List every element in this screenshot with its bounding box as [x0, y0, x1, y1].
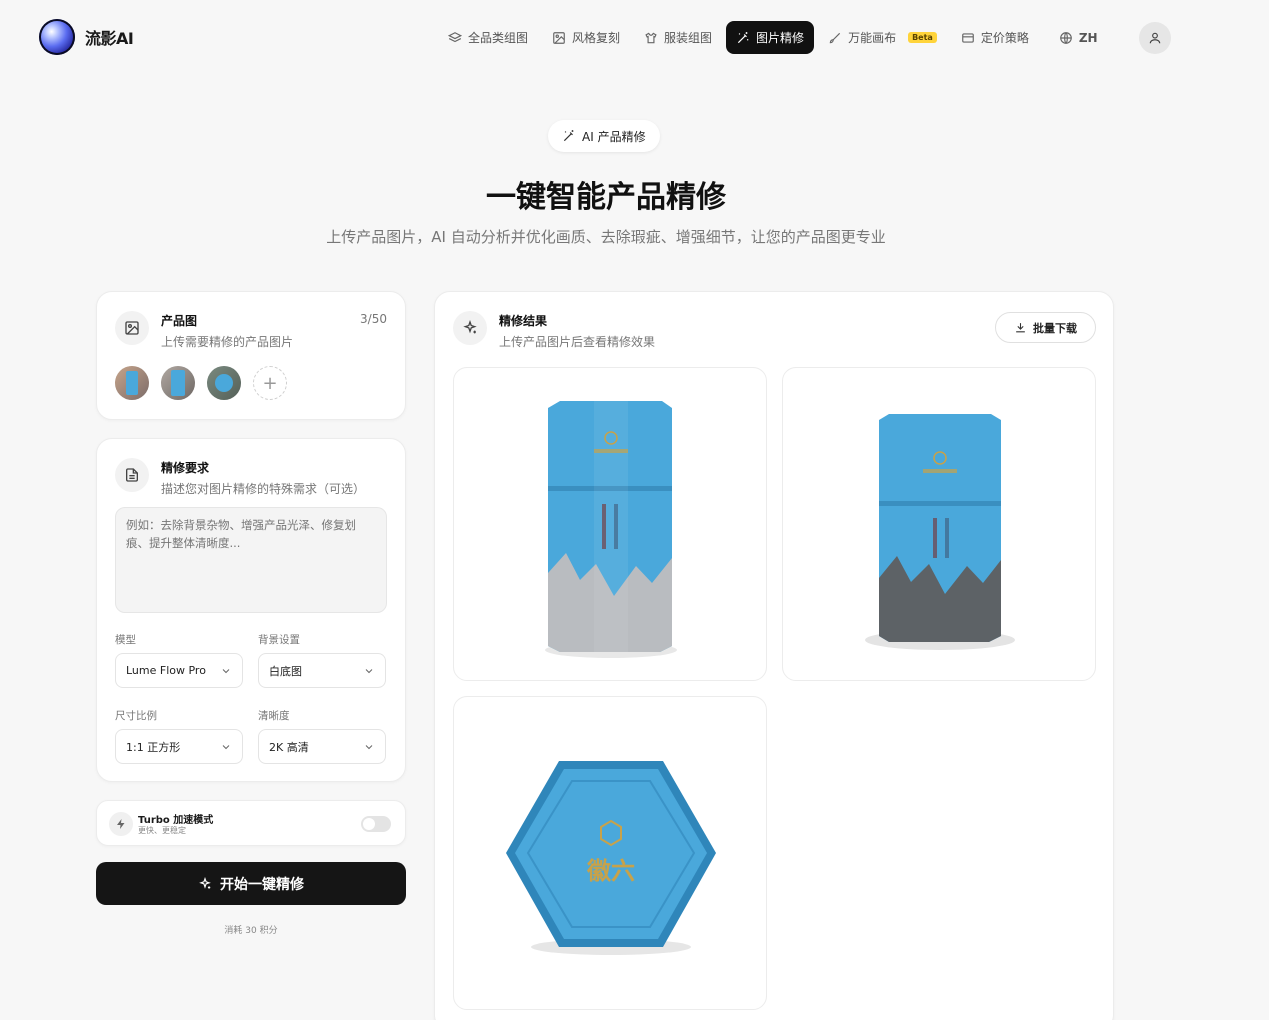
model-label: 模型: [115, 634, 136, 646]
document-icon: [126, 468, 138, 482]
download-icon: [1016, 323, 1025, 333]
credit-cost: 消耗 30 积分: [224, 926, 278, 936]
product-tin-image: [545, 401, 677, 658]
chevron-down-icon: [222, 668, 230, 673]
page-title: 一键智能产品精修: [486, 180, 726, 215]
chevron-down-icon: [365, 744, 373, 749]
results-icon-box: [453, 311, 487, 345]
model-select[interactable]: Lume Flow Pro: [115, 653, 243, 688]
product-thumbnail[interactable]: [161, 366, 195, 400]
add-image-button[interactable]: +: [253, 366, 287, 400]
nav-item-retouch[interactable]: 图片精修: [726, 21, 815, 54]
product-thumbnail[interactable]: [115, 366, 149, 400]
requirements-input[interactable]: [115, 507, 387, 613]
result-image[interactable]: [453, 367, 767, 681]
model-value: Lume Flow Pro: [126, 664, 206, 677]
background-label: 背景设置: [258, 634, 300, 646]
background-value: 白底图: [269, 664, 302, 678]
turbo-toggle[interactable]: [361, 816, 391, 832]
main-nav: 全品类组图 风格复刻 服装组图 图片精修 万能画布 Beta 定价策略 ZH: [438, 21, 1112, 54]
brand-name: 流影AI: [85, 29, 134, 48]
beta-badge: Beta: [908, 32, 937, 43]
turbo-desc: 更快、更稳定: [138, 826, 186, 835]
image-icon: [553, 31, 565, 44]
page-subtitle: 上传产品图片，AI 自动分析并优化画质、去除瑕疵、增强细节，让您的产品图更专业: [326, 228, 886, 246]
nav-item-pricing[interactable]: 定价策略: [951, 21, 1039, 54]
sparkles-icon: [463, 320, 477, 334]
results-title: 精修结果: [499, 314, 548, 328]
requirements-card: 精修要求 描述您对图片精修的特殊需求（可选） 模型 背景设置 Lume Flow…: [96, 438, 406, 782]
turbo-card: Turbo 加速模式 更快、更稳定: [96, 800, 406, 846]
nav-label: 图片精修: [756, 31, 805, 45]
upload-count: 3/50: [360, 312, 387, 326]
ratio-value: 1:1 正方形: [126, 740, 181, 754]
clarity-value: 2K 高清: [269, 740, 309, 754]
brush-icon: [829, 32, 841, 43]
results-desc: 上传产品图片后查看精修效果: [499, 335, 656, 349]
globe-icon: [1060, 31, 1072, 44]
batch-download-button[interactable]: 批量下载: [995, 312, 1096, 343]
product-thumbnail[interactable]: [207, 366, 241, 400]
sparkles-icon: [199, 876, 211, 889]
product-tin-image: 徽六: [506, 761, 716, 955]
chevron-down-icon: [222, 744, 230, 749]
nav-item-all-category[interactable]: 全品类组图: [438, 21, 538, 54]
start-retouch-button[interactable]: 开始一键精修: [96, 862, 406, 905]
logo-icon: [39, 19, 75, 55]
thumbnail-list: +: [115, 366, 287, 400]
top-nav-bar: 流影AI 全品类组图 风格复刻 服装组图 图片精修 万能画布 Beta 定价策略: [0, 0, 1269, 76]
card-icon: [961, 32, 974, 43]
brand-logo[interactable]: 流影AI: [39, 19, 134, 55]
magic-wand-icon: [563, 130, 574, 142]
nav-item-style-copy[interactable]: 风格复刻: [542, 21, 630, 54]
nav-label: 全品类组图: [468, 31, 529, 45]
turbo-icon-box: [109, 812, 133, 836]
result-image[interactable]: [782, 367, 1096, 681]
chevron-down-icon: [365, 668, 373, 673]
language-label: ZH: [1078, 30, 1098, 45]
magic-wand-icon: [737, 31, 749, 43]
requirements-title: 精修要求: [161, 461, 210, 475]
clarity-select[interactable]: 2K 高清: [258, 729, 386, 764]
requirements-icon-box: [115, 458, 149, 492]
layers-icon: [448, 31, 462, 42]
product-tin-image: [865, 414, 1015, 650]
ratio-label: 尺寸比例: [115, 710, 157, 722]
lightning-icon: [117, 819, 125, 829]
hero-badge-label: AI 产品精修: [582, 129, 646, 144]
start-button-label: 开始一键精修: [220, 876, 304, 893]
user-avatar[interactable]: [1139, 22, 1171, 54]
requirements-desc: 描述您对图片精修的特殊需求（可选）: [161, 482, 366, 496]
image-icon: [125, 321, 139, 335]
nav-label: 风格复刻: [572, 31, 621, 45]
result-image[interactable]: 徽六: [453, 696, 767, 1010]
shirt-icon: [645, 32, 657, 43]
background-select[interactable]: 白底图: [258, 653, 386, 688]
nav-label: 服装组图: [664, 31, 713, 45]
results-panel: 精修结果 上传产品图片后查看精修效果 批量下载 徽六: [434, 291, 1114, 1020]
nav-item-canvas[interactable]: 万能画布 Beta: [818, 21, 947, 54]
nav-label: 万能画布: [848, 31, 897, 45]
hero-badge: AI 产品精修: [548, 120, 660, 152]
upload-icon-box: [115, 311, 149, 345]
upload-desc: 上传需要精修的产品图片: [161, 335, 294, 349]
turbo-title: Turbo 加速模式: [138, 815, 214, 826]
download-label: 批量下载: [1033, 321, 1077, 335]
language-switch[interactable]: ZH: [1049, 21, 1108, 54]
upload-title: 产品图: [161, 314, 198, 328]
upload-card: 产品图 上传需要精修的产品图片 3/50 +: [96, 291, 406, 420]
user-icon: [1149, 32, 1161, 44]
clarity-label: 清晰度: [258, 710, 290, 722]
nav-label: 定价策略: [980, 31, 1029, 45]
ratio-select[interactable]: 1:1 正方形: [115, 729, 243, 764]
can-brand-text: 徽六: [586, 856, 635, 885]
nav-item-apparel[interactable]: 服装组图: [634, 21, 722, 54]
